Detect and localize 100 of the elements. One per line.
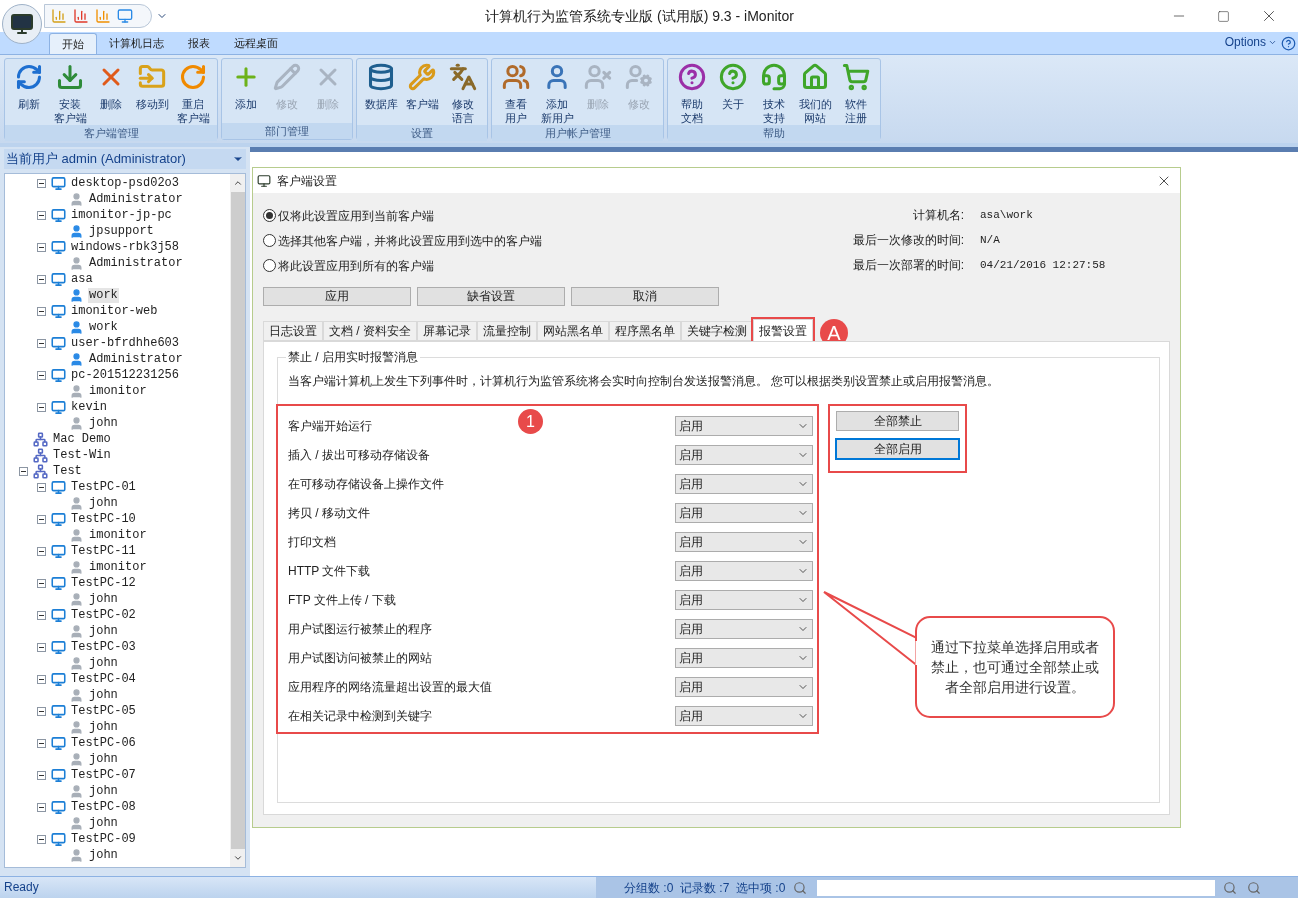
tree-item[interactable]: TestPC-08 — [70, 799, 137, 815]
search-field[interactable] — [817, 879, 1216, 896]
ribbon-button[interactable]: 软件 注册 — [836, 59, 876, 125]
expander-icon[interactable] — [19, 466, 28, 476]
radio-button[interactable] — [263, 209, 276, 222]
tree-item[interactable]: Administrator — [88, 191, 184, 207]
tree-item[interactable]: TestPC-01 — [70, 479, 137, 495]
expander-icon[interactable] — [37, 834, 46, 844]
maximize-icon[interactable] — [1217, 9, 1230, 23]
ribbon-button[interactable]: 修改 语言 — [443, 59, 483, 125]
tree-item[interactable]: TestPC-11 — [70, 543, 137, 559]
tree-item[interactable]: jpsupport — [88, 223, 155, 239]
ribbon-button[interactable]: 重启 客户端 — [173, 59, 213, 125]
tree-item[interactable]: john — [88, 495, 119, 511]
expander-icon[interactable] — [37, 642, 46, 652]
settings-tab[interactable]: 程序黑名单 — [609, 321, 681, 341]
tree-item[interactable]: work — [88, 319, 119, 335]
expander-icon[interactable] — [37, 706, 46, 716]
expander-icon[interactable] — [37, 514, 46, 524]
expander-icon[interactable] — [37, 610, 46, 620]
tree-item[interactable]: pc-201512231256 — [70, 367, 181, 383]
scroll-up-icon[interactable] — [232, 178, 243, 188]
tree-item[interactable]: imonitor-web — [70, 303, 159, 319]
tree-item[interactable]: TestPC-09 — [70, 831, 137, 847]
tree-item[interactable]: john — [88, 591, 119, 607]
alert-dropdown[interactable]: 启用 — [675, 705, 813, 726]
options-menu[interactable]: Options — [1224, 33, 1266, 51]
ribbon-button[interactable]: 客户端 — [402, 59, 442, 125]
search-icon[interactable] — [793, 880, 808, 895]
ribbon-tab[interactable]: 计算机日志 — [97, 33, 176, 54]
dialog-button[interactable]: 应用 — [263, 287, 411, 306]
radio-button[interactable] — [263, 259, 276, 272]
settings-tab[interactable]: 网站黑名单 — [537, 321, 609, 341]
tree-item[interactable]: user-bfrdhhe603 — [70, 335, 181, 351]
settings-tab[interactable]: 流量控制 — [477, 321, 537, 341]
alert-dropdown[interactable]: 启用 — [675, 531, 813, 552]
expander-icon[interactable] — [37, 482, 46, 492]
tree-item[interactable]: john — [88, 655, 119, 671]
zoom-in-icon[interactable] — [1223, 880, 1238, 895]
settings-tab[interactable]: 日志设置 — [263, 321, 323, 341]
dialog-button[interactable]: 缺省设置 — [417, 287, 565, 306]
tree-item[interactable]: john — [88, 847, 119, 863]
tree-item[interactable]: TestPC-03 — [70, 639, 137, 655]
alert-dropdown[interactable]: 启用 — [675, 415, 813, 436]
tree-item[interactable]: Administrator — [88, 351, 184, 367]
settings-tab[interactable]: 文档 / 资料安全 — [323, 321, 417, 341]
ribbon-button[interactable]: 添加 — [226, 59, 266, 123]
ribbon-button[interactable]: 查看 用户 — [496, 59, 536, 125]
ribbon-button[interactable]: 我们的 网站 — [795, 59, 835, 125]
expander-icon[interactable] — [37, 338, 46, 348]
tree-item[interactable]: TestPC-07 — [70, 767, 137, 783]
tree-item[interactable]: TestPC-06 — [70, 735, 137, 751]
expander-icon[interactable] — [37, 802, 46, 812]
tree-item[interactable]: john — [88, 687, 119, 703]
alert-dropdown[interactable]: 启用 — [675, 589, 813, 610]
settings-tab[interactable]: 屏幕记录 — [417, 321, 477, 341]
tree-item[interactable]: imonitor — [88, 559, 148, 575]
tree-item[interactable]: desktop-psd02o3 — [70, 175, 181, 191]
chart-icon[interactable] — [73, 8, 89, 24]
monitor-icon[interactable] — [117, 8, 133, 24]
expander-icon[interactable] — [37, 674, 46, 684]
tree-item[interactable]: john — [88, 783, 119, 799]
ribbon-button[interactable]: 添加 新用户 — [537, 59, 577, 125]
expander-icon[interactable] — [37, 274, 46, 284]
bulk-button[interactable]: 全部禁止 — [836, 411, 959, 431]
tree-item[interactable]: john — [88, 623, 119, 639]
dialog-button[interactable]: 取消 — [571, 287, 719, 306]
tree-item[interactable]: john — [88, 719, 119, 735]
expander-icon[interactable] — [37, 578, 46, 588]
ribbon-button[interactable]: 移动到 — [132, 59, 172, 125]
tree-item[interactable]: imonitor — [88, 527, 148, 543]
expander-icon[interactable] — [37, 210, 46, 220]
settings-tab[interactable]: 报警设置 — [753, 319, 813, 341]
tree-item[interactable]: john — [88, 415, 119, 431]
expander-icon[interactable] — [37, 402, 46, 412]
tree-item[interactable]: Mac Demo — [52, 431, 112, 447]
expander-icon[interactable] — [37, 242, 46, 252]
bulk-button[interactable]: 全部启用 — [836, 439, 959, 459]
expander-icon[interactable] — [37, 770, 46, 780]
ribbon-button[interactable]: 关于 — [713, 59, 753, 125]
tree-item[interactable]: kevin — [70, 399, 108, 415]
expander-icon[interactable] — [37, 738, 46, 748]
tree-item[interactable]: TestPC-02 — [70, 607, 137, 623]
tree-item[interactable]: Test — [52, 463, 83, 479]
help-icon[interactable] — [1281, 36, 1296, 51]
alert-dropdown[interactable]: 启用 — [675, 676, 813, 697]
ribbon-button[interactable]: 数据库 — [361, 59, 401, 125]
ribbon-button[interactable]: 删除 — [91, 59, 131, 125]
alert-dropdown[interactable]: 启用 — [675, 473, 813, 494]
tree-item[interactable]: TestPC-04 — [70, 671, 137, 687]
tree-item[interactable]: imonitor — [88, 383, 148, 399]
tree-item[interactable]: TestPC-05 — [70, 703, 137, 719]
ribbon-button[interactable]: 技术 支持 — [754, 59, 794, 125]
ribbon-tab[interactable]: 开始 — [49, 33, 97, 54]
tree-item[interactable]: john — [88, 751, 119, 767]
tree-item[interactable]: asa — [70, 271, 94, 287]
expander-icon[interactable] — [37, 546, 46, 556]
tree-item[interactable]: TestPC-10 — [70, 511, 137, 527]
alert-dropdown[interactable]: 启用 — [675, 444, 813, 465]
scroll-down-icon[interactable] — [232, 853, 243, 863]
